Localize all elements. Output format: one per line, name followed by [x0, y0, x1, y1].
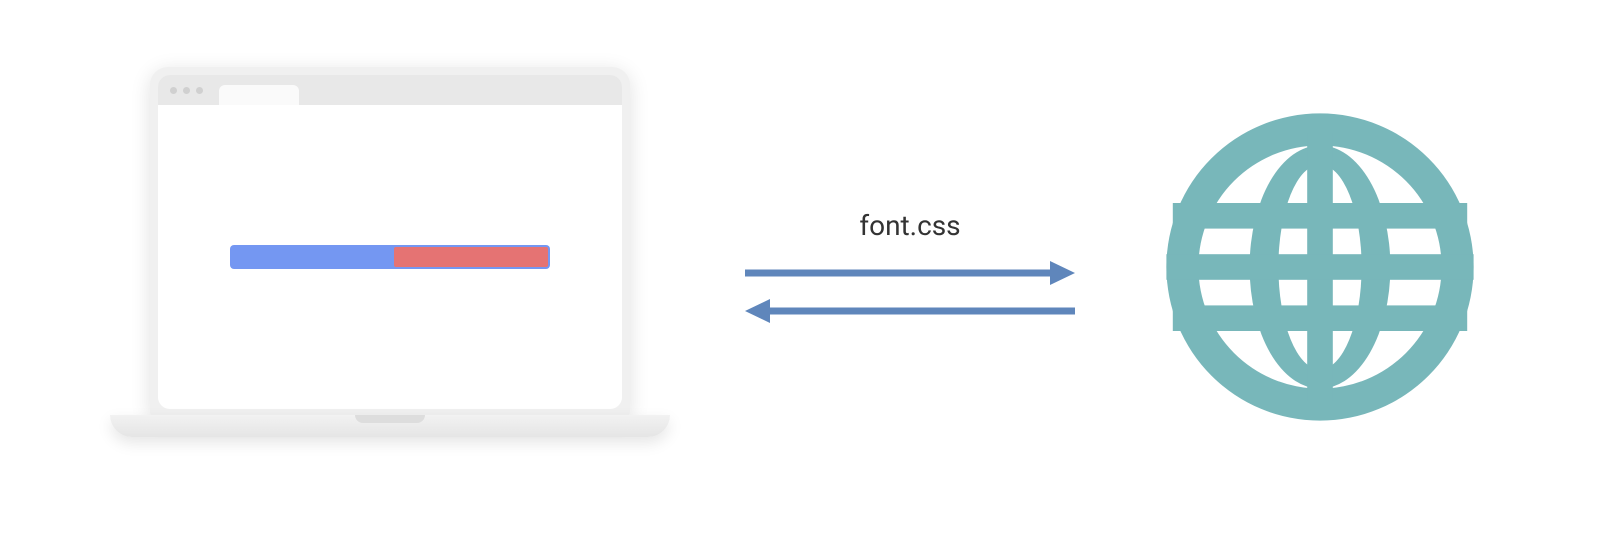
- browser-viewport: [158, 105, 622, 409]
- window-dot: [196, 87, 203, 94]
- loading-bar-segment-red: [394, 247, 548, 267]
- arrow-right-icon: [745, 258, 1075, 288]
- browser-tab: [219, 85, 299, 105]
- window-dot: [183, 87, 190, 94]
- font-request-diagram: font.css: [0, 0, 1600, 534]
- request-arrows: font.css: [710, 209, 1110, 326]
- laptop-illustration: [110, 67, 670, 467]
- laptop-base: [110, 415, 670, 437]
- arrow-left-icon: [745, 296, 1075, 326]
- loading-bar: [230, 245, 550, 269]
- browser-chrome: [158, 75, 622, 105]
- globe-icon: [1150, 97, 1490, 437]
- request-label: font.css: [859, 209, 960, 242]
- window-dot: [170, 87, 177, 94]
